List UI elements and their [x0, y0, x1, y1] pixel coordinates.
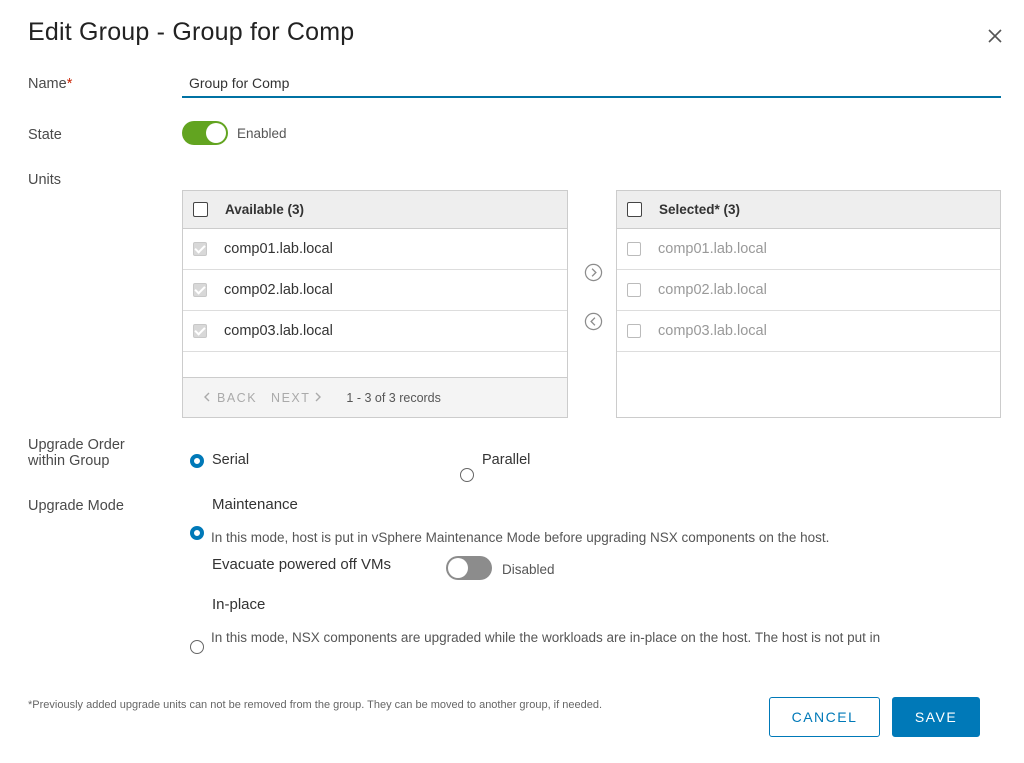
- available-select-all-checkbox[interactable]: [193, 202, 208, 217]
- state-value: Enabled: [237, 126, 287, 141]
- row-checkbox[interactable]: [193, 242, 207, 256]
- evacuate-toggle[interactable]: [446, 556, 492, 580]
- upgrade-order-label: Upgrade Order within Group: [28, 437, 125, 469]
- serial-label[interactable]: Serial: [212, 452, 249, 468]
- row-checkbox[interactable]: [193, 324, 207, 338]
- selected-grid-header: Selected* (3): [617, 191, 1000, 229]
- units-label: Units: [28, 172, 62, 188]
- name-label-text: Name: [28, 76, 67, 92]
- back-button[interactable]: BACK: [217, 391, 257, 405]
- row-checkbox[interactable]: [627, 283, 641, 297]
- table-row[interactable]: comp02.lab.local: [617, 270, 1000, 311]
- upgrade-mode-label: Upgrade Mode: [28, 498, 124, 514]
- chevron-right-icon: [314, 391, 322, 405]
- serial-radio[interactable]: [190, 454, 204, 468]
- maintenance-help-text: In this mode, host is put in vSphere Mai…: [211, 530, 830, 545]
- save-button[interactable]: SAVE: [892, 697, 980, 737]
- selected-header-label: Selected* (3): [659, 202, 741, 217]
- parallel-radio[interactable]: [460, 468, 474, 482]
- move-right-icon[interactable]: [584, 263, 603, 282]
- state-toggle[interactable]: [182, 121, 228, 145]
- cancel-button[interactable]: CANCEL: [769, 697, 880, 737]
- available-grid: Available (3) comp01.lab.local comp02.la…: [182, 190, 568, 418]
- name-input[interactable]: [182, 70, 1001, 98]
- upgrade-order-label-line1: Upgrade Order: [28, 437, 125, 453]
- table-row[interactable]: comp02.lab.local: [183, 270, 567, 311]
- required-mark: *: [66, 76, 73, 92]
- toggle-knob: [206, 123, 226, 143]
- row-label: comp01.lab.local: [224, 241, 333, 257]
- table-row[interactable]: comp03.lab.local: [617, 311, 1000, 352]
- table-row[interactable]: comp01.lab.local: [183, 229, 567, 270]
- evacuate-state: Disabled: [502, 562, 555, 577]
- available-grid-footer: BACK NEXT 1 - 3 of 3 records: [183, 377, 567, 417]
- upgrade-order-label-line2: within Group: [28, 453, 110, 469]
- row-label: comp02.lab.local: [658, 282, 767, 298]
- row-label: comp02.lab.local: [224, 282, 333, 298]
- row-checkbox[interactable]: [627, 324, 641, 338]
- row-label: comp01.lab.local: [658, 241, 767, 257]
- available-grid-header: Available (3): [183, 191, 567, 229]
- row-label: comp03.lab.local: [658, 323, 767, 339]
- row-checkbox[interactable]: [193, 283, 207, 297]
- selected-select-all-checkbox[interactable]: [627, 202, 642, 217]
- available-header-label: Available (3): [225, 202, 305, 217]
- row-label: comp03.lab.local: [224, 323, 333, 339]
- inplace-help-text: In this mode, NSX components are upgrade…: [211, 630, 881, 645]
- maintenance-radio[interactable]: [190, 526, 204, 540]
- footer-note: *Previously added upgrade units can not …: [28, 699, 602, 711]
- inplace-radio[interactable]: [190, 640, 204, 654]
- maintenance-label[interactable]: Maintenance: [212, 496, 298, 513]
- table-row[interactable]: comp01.lab.local: [617, 229, 1000, 270]
- close-icon[interactable]: [985, 26, 1005, 46]
- toggle-knob: [448, 558, 468, 578]
- inplace-label[interactable]: In-place: [212, 596, 265, 613]
- chevron-left-icon: [203, 391, 211, 405]
- state-label: State: [28, 127, 62, 143]
- selected-grid: Selected* (3) comp01.lab.local comp02.la…: [616, 190, 1001, 418]
- next-button[interactable]: NEXT: [271, 391, 310, 405]
- row-checkbox[interactable]: [627, 242, 641, 256]
- parallel-label[interactable]: Parallel: [482, 452, 530, 468]
- name-label: Name*: [28, 76, 72, 92]
- dialog-title: Edit Group - Group for Comp: [28, 18, 355, 46]
- evacuate-label: Evacuate powered off VMs: [212, 556, 391, 573]
- move-left-icon[interactable]: [584, 312, 603, 331]
- table-row[interactable]: comp03.lab.local: [183, 311, 567, 352]
- records-count: 1 - 3 of 3 records: [346, 390, 441, 405]
